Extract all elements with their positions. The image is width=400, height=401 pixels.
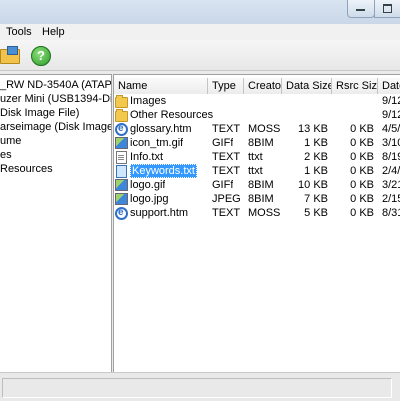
text-file-icon: [116, 165, 127, 178]
file-name: Images: [130, 95, 167, 107]
file-data-size: 7 KB: [304, 193, 328, 205]
image-file-icon: [115, 193, 128, 205]
image-file-icon: [115, 137, 128, 149]
file-date: 8/31: [382, 207, 400, 219]
minimize-button[interactable]: [347, 0, 375, 18]
file-list[interactable]: Name Type Creator Data Size Rsrc Size Da…: [113, 74, 400, 373]
text-file-icon: [116, 151, 127, 164]
file-type: GIFf: [212, 137, 234, 149]
status-bar: [0, 372, 400, 401]
tree-item[interactable]: arseimage (Disk Image File): [0, 120, 111, 134]
file-creator: 8BIM: [248, 137, 274, 149]
file-rsrc-size: 0 KB: [350, 137, 374, 149]
open-button[interactable]: [0, 44, 20, 66]
file-row[interactable]: Other Resources 9/12: [114, 108, 400, 122]
file-rsrc-size: 0 KB: [350, 193, 374, 205]
html-file-icon: [115, 122, 128, 136]
file-rsrc-size: [332, 108, 374, 122]
file-creator: MOSS: [248, 123, 281, 135]
file-data-size: [282, 108, 328, 122]
file-row[interactable]: icon_tm.gif GIFf 8BIM 1 KB 0 KB 3/10: [114, 136, 400, 150]
file-rsrc-size: 0 KB: [350, 151, 374, 163]
file-creator: ttxt: [248, 151, 263, 163]
file-date: 3/21: [382, 179, 400, 191]
file-data-size: [282, 94, 328, 108]
title-bar: [0, 0, 400, 24]
file-date: 9/12: [382, 95, 400, 107]
file-data-size: 1 KB: [304, 137, 328, 149]
file-rsrc-size: [332, 94, 374, 108]
file-name: support.htm: [130, 207, 189, 219]
file-rsrc-size: 0 KB: [350, 123, 374, 135]
column-header-data-size[interactable]: Data Size: [282, 78, 332, 94]
column-header-creator[interactable]: Creator: [244, 78, 282, 94]
toolbar: ?: [0, 40, 400, 71]
file-name: glossary.htm: [130, 123, 192, 135]
file-creator: MOSS: [248, 207, 281, 219]
file-name: logo.gif: [130, 179, 166, 191]
folder-icon: [115, 109, 128, 122]
file-type: JPEG: [212, 193, 241, 205]
file-rsrc-size: 0 KB: [350, 179, 374, 191]
file-date: 9/12: [382, 109, 400, 121]
file-data-size: 2 KB: [304, 151, 328, 163]
file-row-selected[interactable]: Keywords.txt TEXT ttxt 1 KB 0 KB 2/4/: [114, 164, 400, 178]
menu-help[interactable]: Help: [42, 26, 65, 38]
file-date: 3/10: [382, 137, 400, 149]
folder-icon: [115, 95, 128, 108]
file-data-size: 1 KB: [304, 165, 328, 177]
file-rsrc-size: 0 KB: [350, 207, 374, 219]
file-type: GIFf: [212, 179, 234, 191]
file-list-header: Name Type Creator Data Size Rsrc Size Da…: [114, 78, 400, 94]
file-name: Keywords.txt: [130, 164, 197, 178]
file-data-size: 5 KB: [304, 207, 328, 219]
file-creator: 8BIM: [248, 179, 274, 191]
file-name: logo.jpg: [130, 193, 169, 205]
tree-item[interactable]: es: [0, 148, 12, 162]
file-date: 4/5/: [382, 123, 400, 135]
tree-item[interactable]: _RW ND-3540A (ATAPI-C: [0, 78, 111, 92]
tree-item[interactable]: ume: [0, 134, 21, 148]
menu-bar: Tools Help: [0, 24, 400, 40]
file-rsrc-size: 0 KB: [350, 165, 374, 177]
file-date: 2/4/: [382, 165, 400, 177]
file-date: 2/15: [382, 193, 400, 205]
file-row[interactable]: logo.jpg JPEG 8BIM 7 KB 0 KB 2/15: [114, 192, 400, 206]
file-data-size: 10 KB: [298, 179, 328, 191]
file-name: Other Resources: [130, 109, 214, 121]
status-panel: [2, 378, 392, 398]
html-file-icon: [115, 206, 128, 220]
file-creator: 8BIM: [248, 193, 274, 205]
file-type: TEXT: [212, 207, 241, 219]
column-header-date[interactable]: Date: [378, 78, 400, 94]
help-icon: ?: [31, 46, 51, 66]
maximize-icon: [383, 4, 392, 13]
file-row[interactable]: logo.gif GIFf 8BIM 10 KB 0 KB 3/21: [114, 178, 400, 192]
menu-tools[interactable]: Tools: [6, 26, 32, 38]
file-creator: ttxt: [248, 165, 263, 177]
file-row[interactable]: Images 9/12: [114, 94, 400, 108]
column-header-name[interactable]: Name: [114, 78, 208, 94]
tree-item[interactable]: Disk Image File): [0, 106, 79, 120]
open-folder-icon: [0, 46, 20, 64]
file-type: TEXT: [212, 165, 241, 177]
help-button[interactable]: ?: [29, 44, 51, 66]
file-row[interactable]: support.htm TEXT MOSS 5 KB 0 KB 8/31: [114, 206, 400, 220]
minimize-icon: [356, 9, 365, 11]
maximize-button[interactable]: [374, 0, 400, 18]
file-name: icon_tm.gif: [130, 137, 184, 149]
volume-tree[interactable]: _RW ND-3540A (ATAPI-C uzer Mini (USB1394…: [0, 74, 112, 373]
file-row[interactable]: Info.txt TEXT ttxt 2 KB 0 KB 8/19: [114, 150, 400, 164]
file-type: TEXT: [212, 151, 241, 163]
file-row[interactable]: glossary.htm TEXT MOSS 13 KB 0 KB 4/5/: [114, 122, 400, 136]
file-date: 8/19: [382, 151, 400, 163]
tree-item[interactable]: Resources: [0, 162, 53, 176]
column-header-rsrc-size[interactable]: Rsrc Size: [332, 78, 378, 94]
column-header-type[interactable]: Type: [208, 78, 244, 94]
file-data-size: 13 KB: [298, 123, 328, 135]
tree-item[interactable]: uzer Mini (USB1394-Disk): [0, 92, 111, 106]
file-name: Info.txt: [130, 151, 164, 163]
image-file-icon: [115, 179, 128, 191]
file-type: TEXT: [212, 123, 241, 135]
